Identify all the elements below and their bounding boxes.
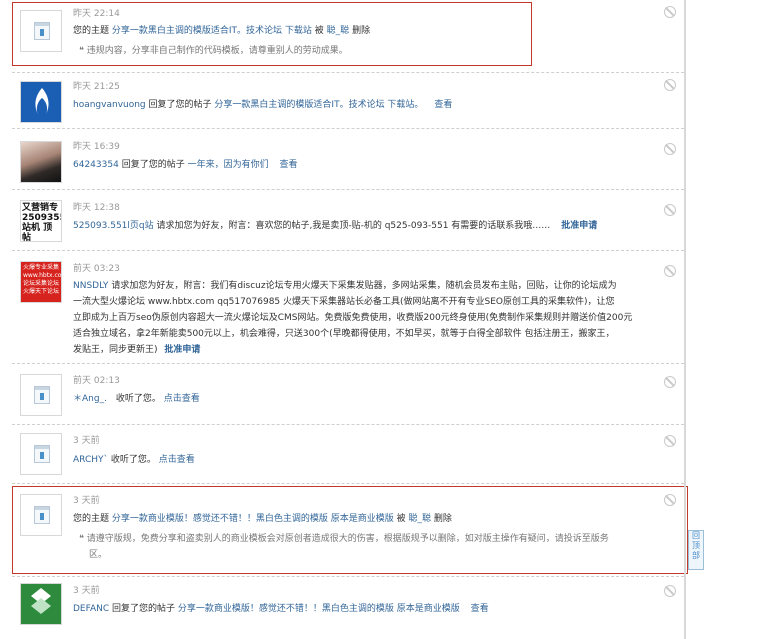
list-item: 前天 02:13 ＊Ang_. 收听了您。 点击查看 bbox=[12, 364, 684, 425]
approve-request-link[interactable]: 批准申请 bbox=[561, 221, 597, 231]
avatar[interactable] bbox=[20, 141, 62, 183]
thread-link[interactable]: 分享一款黑白主调的模版适合IT。技术论坛 下载站。 bbox=[214, 100, 423, 110]
timestamp: 昨天 16:39 bbox=[73, 142, 120, 152]
highlight-box bbox=[12, 2, 532, 66]
delete-icon[interactable] bbox=[664, 265, 676, 277]
view-link[interactable]: 查看 bbox=[471, 604, 489, 614]
delete-icon[interactable] bbox=[664, 376, 676, 388]
avatar-text: 站机 顶帖 bbox=[22, 223, 53, 242]
list-item: 昨天 16:39 64243354 回复了您的帖子 一年来，因为有你们 查看 bbox=[12, 129, 684, 190]
avatar-text: www.hbtx.com bbox=[23, 272, 62, 279]
avatar[interactable] bbox=[20, 433, 62, 475]
view-link[interactable]: 点击查看 bbox=[164, 394, 200, 404]
view-link[interactable]: 查看 bbox=[279, 160, 297, 170]
text: 立即成为上百万seo伪原创内容超大一流火爆论坛及CMS网站。免费版免费使用，收费… bbox=[73, 313, 633, 323]
avatar[interactable]: 又营销专 2509355 站机 顶帖 bbox=[20, 200, 62, 242]
text: 回复了您的帖子 bbox=[148, 100, 212, 110]
notification-feed: 昨天 22:14 您的主题 分享一款黑白主调的模版适合IT。技术论坛 下载站 被… bbox=[12, 0, 688, 639]
delete-icon[interactable] bbox=[664, 79, 676, 91]
text: 回复了您的帖子 bbox=[112, 604, 176, 614]
avatar[interactable] bbox=[20, 81, 62, 123]
thread-link[interactable]: 分享一款商业模版！感觉还不错！！黑白色主调的模版 原本是商业模版 bbox=[178, 604, 460, 614]
back-to-top-label: 回顶部 bbox=[692, 531, 700, 560]
view-link[interactable]: 点击查看 bbox=[159, 455, 195, 465]
avatar-text: 论坛采集论坛 bbox=[23, 280, 60, 287]
user-link[interactable]: 525093.551l页q站 bbox=[73, 221, 154, 231]
avatar-text: 火爆专业采集 bbox=[23, 264, 60, 271]
scrollbar[interactable] bbox=[684, 0, 686, 639]
back-to-top-button[interactable]: 回顶部 bbox=[688, 530, 704, 570]
timestamp: 前天 02:13 bbox=[73, 376, 120, 386]
avatar[interactable]: 火爆专业采集 www.hbtx.com 论坛采集论坛 火爆天下论坛 bbox=[20, 261, 62, 303]
timestamp: 前天 03:23 bbox=[73, 264, 120, 274]
text: 收听了您。 bbox=[115, 394, 161, 404]
default-avatar-icon bbox=[34, 445, 50, 463]
avatar[interactable] bbox=[20, 374, 62, 416]
text: 收听了您。 bbox=[110, 455, 156, 465]
avatar-text: 火爆天下论坛 bbox=[23, 288, 60, 295]
delete-icon[interactable] bbox=[664, 6, 676, 18]
timestamp: 昨天 12:38 bbox=[73, 203, 120, 213]
avatar[interactable] bbox=[20, 583, 62, 625]
delete-icon[interactable] bbox=[664, 585, 676, 597]
user-link[interactable]: ＊Ang_. bbox=[73, 394, 107, 404]
text: 发贴王，同步更新王) bbox=[73, 345, 158, 355]
timestamp: 3 天前 bbox=[73, 436, 100, 446]
flame-icon bbox=[35, 88, 49, 116]
user-link[interactable]: DEFANC bbox=[73, 604, 109, 614]
logo-icon bbox=[31, 588, 51, 614]
text: 一流大型火爆论坛 www.hbtx.com qq517076985 火爆天下采集… bbox=[73, 297, 615, 307]
list-item: 火爆专业采集 www.hbtx.com 论坛采集论坛 火爆天下论坛 前天 03:… bbox=[12, 251, 684, 364]
list-item: 昨天 21:25 hoangvanvuong 回复了您的帖子 分享一款黑白主调的… bbox=[12, 73, 684, 129]
delete-icon[interactable] bbox=[664, 204, 676, 216]
list-item: 3 天前 ARCHY` 收听了您。 点击查看 bbox=[12, 425, 684, 484]
text: 回复了您的帖子 bbox=[121, 160, 185, 170]
delete-icon[interactable] bbox=[664, 435, 676, 447]
text: 请求加您为好友，附言：喜欢您的帖子,我是卖顶-贴-机的 q525-093-551… bbox=[156, 221, 551, 231]
timestamp: 3 天前 bbox=[73, 586, 100, 596]
user-link[interactable]: ARCHY` bbox=[73, 455, 108, 465]
highlight-box bbox=[12, 486, 688, 574]
avatar-text: 2509355 bbox=[22, 213, 62, 223]
text: 请求加您为好友，附言：我们有discuz论坛专用火爆天下采集发贴器，多网站采集，… bbox=[111, 281, 617, 291]
avatar-text: 又营销专 bbox=[22, 203, 59, 213]
default-avatar-icon bbox=[34, 386, 50, 404]
list-item: 又营销专 2509355 站机 顶帖 昨天 12:38 525093.551l页… bbox=[12, 190, 684, 251]
delete-icon[interactable] bbox=[664, 143, 676, 155]
thread-link[interactable]: 一年来，因为有你们 bbox=[188, 160, 269, 170]
user-link[interactable]: hoangvanvuong bbox=[73, 100, 146, 110]
user-link[interactable]: NNSDLY bbox=[73, 281, 108, 291]
user-link[interactable]: 64243354 bbox=[73, 160, 119, 170]
view-link[interactable]: 查看 bbox=[434, 100, 452, 110]
approve-request-link[interactable]: 批准申请 bbox=[164, 345, 200, 355]
text: 适合独立域名，拿2年新能卖500元以上，机会难得，只送300个(早晚都得使用，不… bbox=[73, 329, 615, 339]
list-item: 3 天前 DEFANC 回复了您的帖子 分享一款商业模版！感觉还不错！！黑白色主… bbox=[12, 577, 684, 637]
timestamp: 昨天 21:25 bbox=[73, 82, 120, 92]
